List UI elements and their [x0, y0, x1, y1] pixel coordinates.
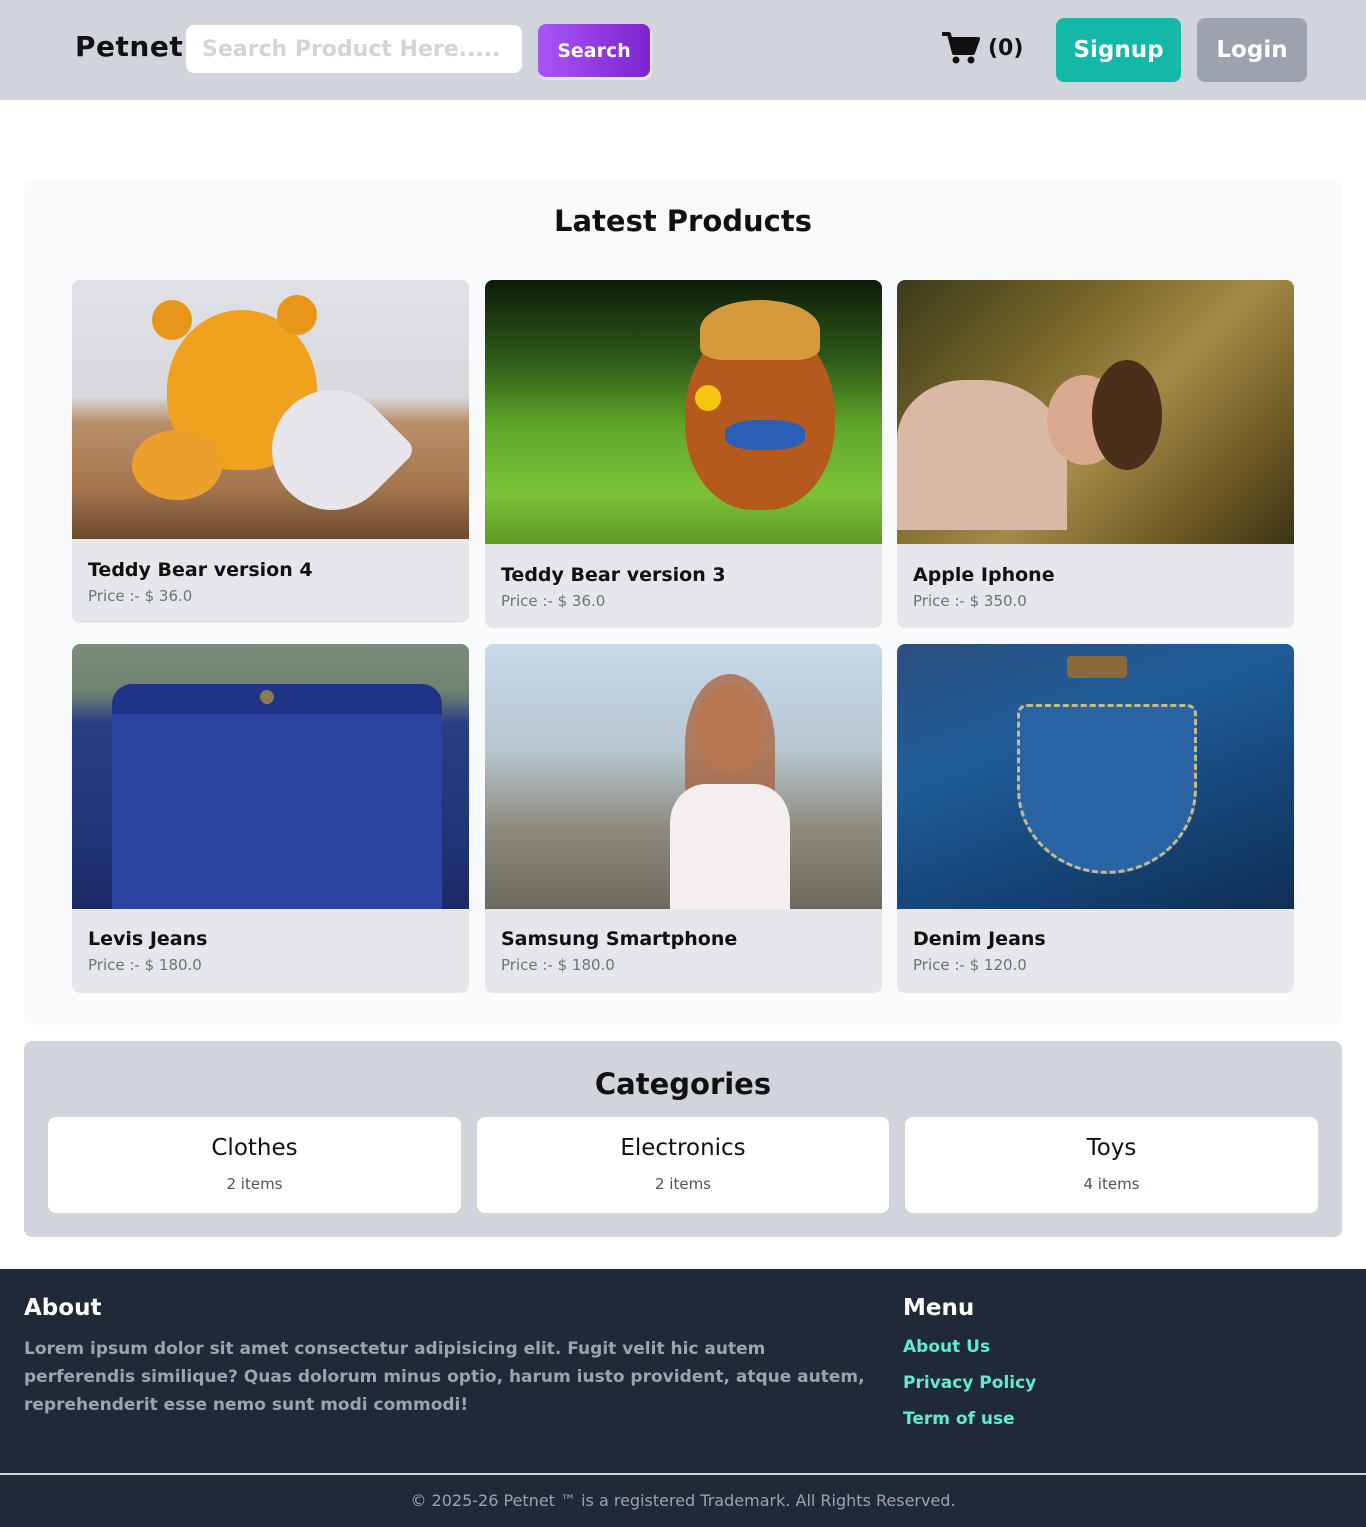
product-image [485, 280, 882, 544]
brand-logo[interactable]: Petnet [75, 30, 183, 63]
latest-products-section: Latest Products Teddy Bear version 4 Pri… [24, 180, 1342, 1025]
category-count: 2 items [226, 1175, 283, 1193]
categories-section: Categories Clothes 2 items Electronics 2… [24, 1041, 1342, 1237]
product-price: Price :- $ 36.0 [501, 592, 606, 610]
product-name: Levis Jeans [88, 928, 208, 950]
footer-link-term-of-use[interactable]: Term of use [903, 1409, 1015, 1429]
product-card[interactable]: Teddy Bear version 4 Price :- $ 36.0 [72, 280, 469, 623]
category-name: Clothes [211, 1135, 298, 1161]
product-image [897, 280, 1294, 544]
product-name: Teddy Bear version 3 [501, 564, 726, 586]
product-name: Apple Iphone [913, 564, 1055, 586]
footer-menu-title: Menu [903, 1295, 975, 1321]
product-name: Denim Jeans [913, 928, 1046, 950]
category-card-toys[interactable]: Toys 4 items [905, 1117, 1318, 1213]
category-name: Electronics [620, 1135, 746, 1161]
product-name: Teddy Bear version 4 [88, 559, 313, 581]
footer-link-about-us[interactable]: About Us [903, 1337, 990, 1357]
category-count: 2 items [654, 1175, 711, 1193]
categories-title: Categories [594, 1067, 772, 1101]
category-card-clothes[interactable]: Clothes 2 items [48, 1117, 461, 1213]
product-price: Price :- $ 180.0 [88, 956, 202, 974]
latest-products-title: Latest Products [554, 204, 812, 238]
product-image [897, 644, 1294, 909]
product-price: Price :- $ 120.0 [913, 956, 1027, 974]
category-name: Toys [1086, 1135, 1137, 1161]
footer-about-title: About [24, 1295, 102, 1321]
product-image [72, 280, 469, 539]
cart-count: (0) [988, 35, 1024, 61]
category-card-electronics[interactable]: Electronics 2 items [477, 1117, 889, 1213]
product-image [72, 644, 469, 909]
cart-icon [942, 31, 980, 65]
footer-link-privacy-policy[interactable]: Privacy Policy [903, 1373, 1036, 1393]
product-image [485, 644, 882, 909]
cart-button[interactable]: (0) [942, 31, 1023, 65]
product-card[interactable]: Denim Jeans Price :- $ 120.0 [897, 644, 1294, 993]
login-button[interactable]: Login [1197, 18, 1307, 82]
footer-copyright: © 2025-26 Petnet ™ is a registered Trade… [410, 1491, 956, 1510]
product-price: Price :- $ 180.0 [501, 956, 615, 974]
search-button[interactable]: Search [538, 24, 650, 77]
product-price: Price :- $ 36.0 [88, 587, 193, 605]
product-card[interactable]: Teddy Bear version 3 Price :- $ 36.0 [485, 280, 882, 628]
site-footer: About Lorem ipsum dolor sit amet consect… [0, 1269, 1366, 1527]
product-name: Samsung Smartphone [501, 928, 738, 950]
search-input[interactable] [186, 25, 522, 73]
footer-about-text: Lorem ipsum dolor sit amet consectetur a… [24, 1339, 865, 1415]
footer-divider [0, 1473, 1366, 1475]
site-header: Petnet Search (0) Signup Login [0, 0, 1366, 100]
signup-button[interactable]: Signup [1056, 18, 1181, 82]
product-card[interactable]: Samsung Smartphone Price :- $ 180.0 [485, 644, 882, 993]
product-price: Price :- $ 350.0 [913, 592, 1027, 610]
product-card[interactable]: Levis Jeans Price :- $ 180.0 [72, 644, 469, 993]
category-count: 4 items [1083, 1175, 1140, 1193]
product-card[interactable]: Apple Iphone Price :- $ 350.0 [897, 280, 1294, 628]
